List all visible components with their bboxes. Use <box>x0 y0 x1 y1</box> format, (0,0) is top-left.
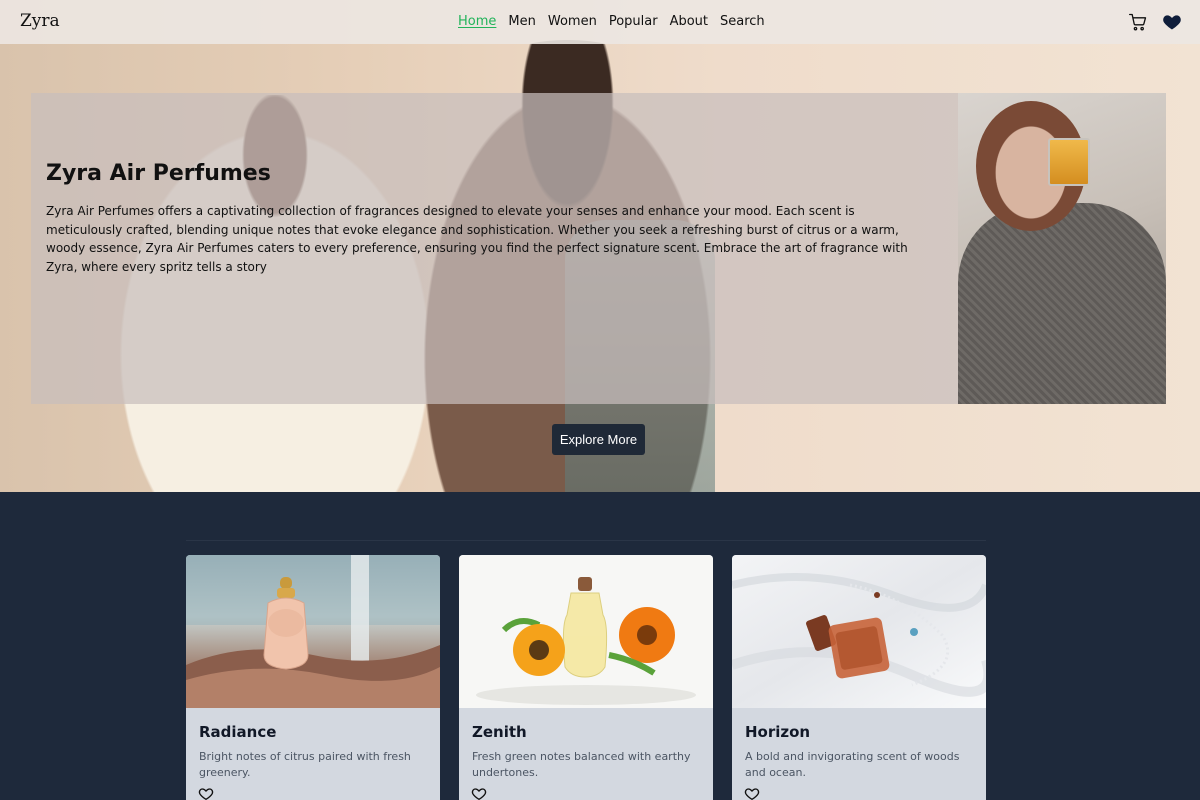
product-title: Horizon <box>745 723 811 741</box>
heart-icon[interactable] <box>1162 12 1182 36</box>
nav-link-women[interactable]: Women <box>548 14 597 29</box>
product-image-zenith <box>459 555 713 708</box>
product-description: Bright notes of citrus paired with fresh… <box>199 750 411 779</box>
perfume-bottle-shape <box>1048 138 1090 186</box>
product-image-radiance <box>186 555 440 708</box>
heart-outline-icon[interactable] <box>198 786 214 800</box>
nav-link-popular[interactable]: Popular <box>609 14 658 29</box>
product-card-zenith[interactable]: Zenith Fresh green notes balanced with e… <box>459 555 713 800</box>
brand-logo[interactable]: Zyra <box>20 11 60 31</box>
product-card-horizon[interactable]: Horizon A bold and invigorating scent of… <box>732 555 986 800</box>
coat-shape <box>958 203 1166 404</box>
section-divider <box>186 540 986 541</box>
product-title: Zenith <box>472 723 527 741</box>
explore-more-button[interactable]: Explore More <box>552 424 645 455</box>
hero-side-photo <box>958 93 1166 404</box>
nav-links: Home Men Women Popular About Search <box>458 14 765 29</box>
product-card-radiance[interactable]: Radiance Bright notes of citrus paired w… <box>186 555 440 800</box>
nav-icons <box>1128 12 1182 36</box>
nav-link-search[interactable]: Search <box>720 14 765 29</box>
heart-outline-icon[interactable] <box>744 786 760 800</box>
heart-outline-icon[interactable] <box>471 786 487 800</box>
product-image-horizon <box>732 555 986 708</box>
hero-description: Zyra Air Perfumes offers a captivating c… <box>46 204 908 274</box>
product-description: A bold and invigorating scent of woods a… <box>745 750 960 779</box>
hero-overlay-panel: Zyra Air Perfumes Zyra Air Perfumes offe… <box>31 93 958 404</box>
nav-link-home[interactable]: Home <box>458 14 496 29</box>
hero-title: Zyra Air Perfumes <box>46 161 271 186</box>
product-description: Fresh green notes balanced with earthy u… <box>472 750 691 779</box>
cart-icon[interactable] <box>1128 12 1148 36</box>
nav-link-about[interactable]: About <box>670 14 708 29</box>
product-title: Radiance <box>199 723 277 741</box>
nav-link-men[interactable]: Men <box>508 14 535 29</box>
navbar: Zyra Home Men Women Popular About Search <box>0 0 1200 44</box>
hero-banner: Zyra Air Perfumes Zyra Air Perfumes offe… <box>0 0 1200 492</box>
